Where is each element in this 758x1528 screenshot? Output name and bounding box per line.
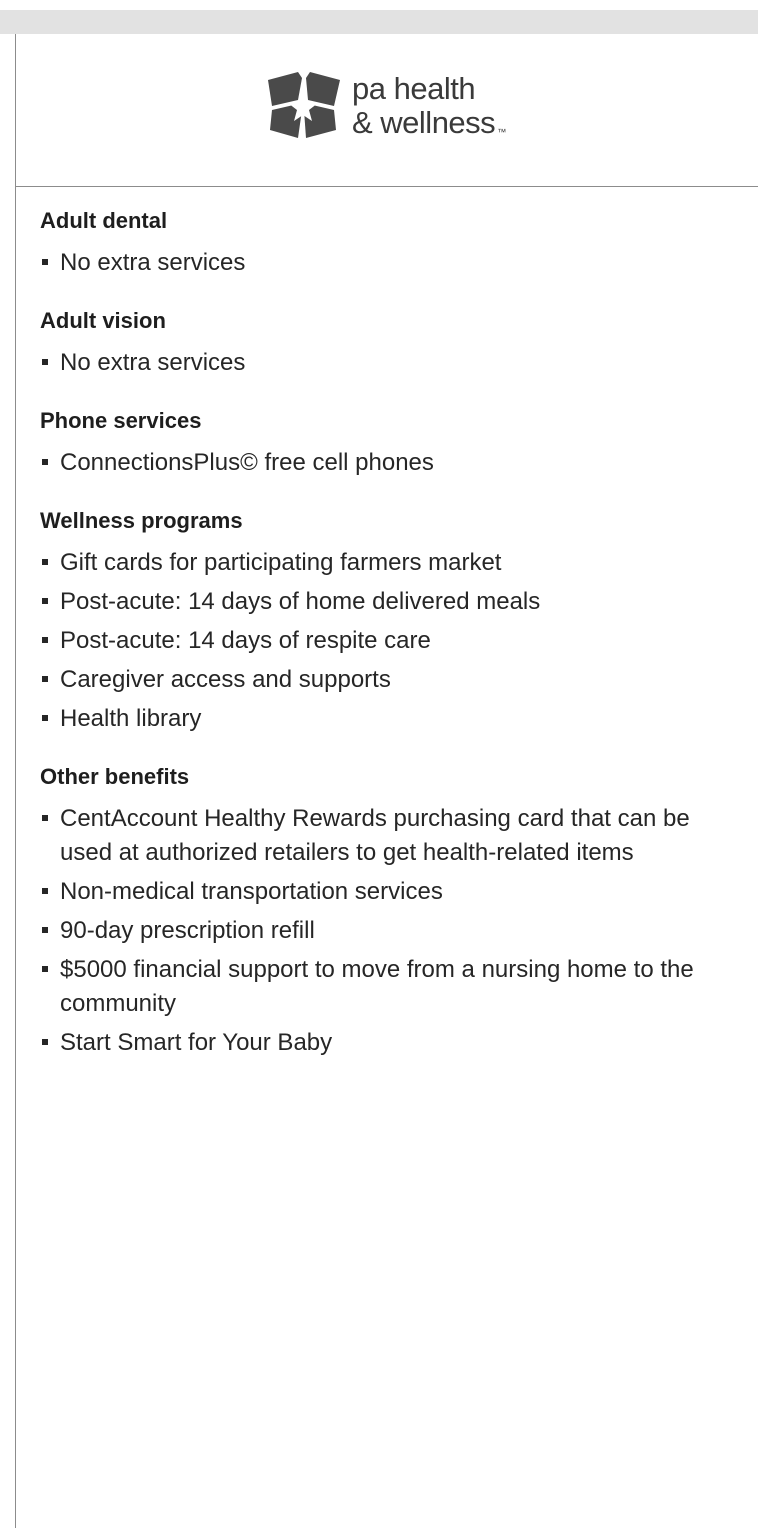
benefit-list: Gift cards for participating farmers mar… [40, 546, 740, 736]
list-item-text: Caregiver access and supports [60, 666, 391, 693]
section-wellness-programs: Wellness programs Gift cards for partici… [40, 508, 740, 736]
list-item-text: Non-medical transportation services [60, 878, 443, 905]
benefit-list: ConnectionsPlus© free cell phones [40, 446, 740, 480]
square-bullet-icon [42, 459, 48, 465]
section-phone-services: Phone services ConnectionsPlus© free cel… [40, 408, 740, 480]
square-bullet-icon [42, 676, 48, 682]
header-divider [15, 186, 758, 187]
list-item: No extra services [40, 246, 740, 280]
section-title: Phone services [40, 408, 202, 433]
list-item: No extra services [40, 346, 740, 380]
square-bullet-icon [42, 359, 48, 365]
list-item: $5000 financial support to move from a n… [40, 953, 740, 1021]
section-adult-vision: Adult vision No extra services [40, 308, 740, 380]
square-bullet-icon [42, 927, 48, 933]
square-bullet-icon [42, 259, 48, 265]
square-bullet-icon [42, 966, 48, 972]
list-item: Gift cards for participating farmers mar… [40, 546, 740, 580]
square-bullet-icon [42, 559, 48, 565]
benefit-list: No extra services [40, 346, 740, 380]
list-item: Post-acute: 14 days of respite care [40, 624, 740, 658]
logo-line-2: & wellness [352, 105, 496, 140]
square-bullet-icon [42, 637, 48, 643]
logo-wordmark: pa health & wellness ™ [352, 72, 506, 140]
list-item-text: Start Smart for Your Baby [60, 1029, 333, 1056]
list-item-text: Post-acute: 14 days of respite care [60, 627, 431, 654]
list-item: Start Smart for Your Baby [40, 1026, 740, 1060]
benefit-list: CentAccount Healthy Rewards purchasing c… [40, 802, 740, 1060]
section-adult-dental: Adult dental No extra services [40, 208, 740, 280]
brand-logo: pa health & wellness ™ [258, 66, 506, 146]
list-item-text: ConnectionsPlus© free cell phones [60, 449, 434, 476]
benefit-list: No extra services [40, 246, 740, 280]
square-bullet-icon [42, 888, 48, 894]
list-item: Non-medical transportation services [40, 875, 740, 909]
benefits-content: Adult dental No extra services Adult vis… [40, 208, 740, 1088]
list-item: Post-acute: 14 days of home delivered me… [40, 585, 740, 619]
list-item: CentAccount Healthy Rewards purchasing c… [40, 802, 740, 870]
list-item-text: Health library [60, 705, 202, 732]
list-item-text: No extra services [60, 249, 246, 276]
section-other-benefits: Other benefits CentAccount Healthy Rewar… [40, 764, 740, 1060]
list-item-text: $5000 financial support to move from a n… [60, 956, 694, 1017]
list-item-text: CentAccount Healthy Rewards purchasing c… [60, 805, 690, 866]
list-item-text: No extra services [60, 349, 246, 376]
list-item-text: Gift cards for participating farmers mar… [60, 549, 502, 576]
list-item: 90-day prescription refill [40, 914, 740, 948]
list-item: Health library [40, 702, 740, 736]
pa-health-star-logo-icon [268, 72, 340, 138]
section-title: Adult dental [40, 208, 168, 233]
square-bullet-icon [42, 598, 48, 604]
list-item: ConnectionsPlus© free cell phones [40, 446, 740, 480]
trademark-symbol: ™ [497, 127, 506, 137]
square-bullet-icon [42, 715, 48, 721]
square-bullet-icon [42, 1039, 48, 1045]
left-border-rule [15, 34, 16, 1528]
list-item-text: 90-day prescription refill [60, 917, 315, 944]
top-banner-bar [0, 10, 758, 34]
logo-line-1: pa health [352, 71, 476, 106]
square-bullet-icon [42, 815, 48, 821]
section-title: Adult vision [40, 308, 166, 333]
list-item-text: Post-acute: 14 days of home delivered me… [60, 588, 541, 615]
list-item: Caregiver access and supports [40, 663, 740, 697]
section-title: Wellness programs [40, 508, 243, 533]
section-title: Other benefits [40, 764, 190, 789]
